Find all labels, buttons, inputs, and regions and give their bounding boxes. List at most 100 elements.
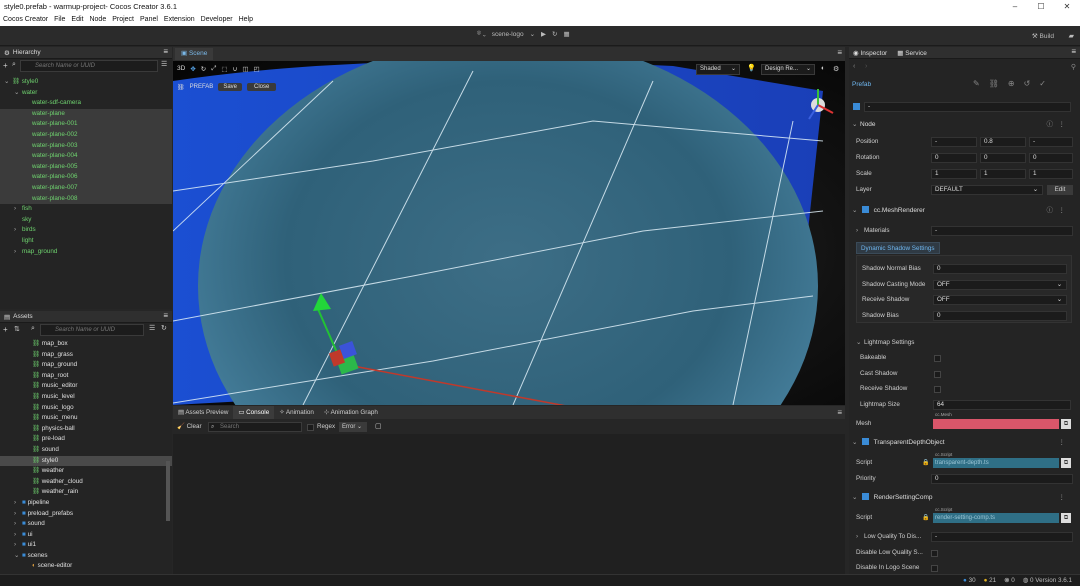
- asset-item[interactable]: › ■ sound: [0, 519, 172, 530]
- rect-tool-icon[interactable]: ⬚: [221, 65, 227, 73]
- platform-icon[interactable]: ⌾ ⌄: [477, 30, 486, 38]
- error-count[interactable]: ⊗ 0: [1004, 575, 1015, 586]
- hierarchy-node[interactable]: water-plane-006: [0, 172, 172, 183]
- magnet-icon[interactable]: ∪: [233, 65, 238, 73]
- qr-icon[interactable]: ▦: [564, 30, 570, 38]
- clear-button[interactable]: 🧹 Clear: [177, 422, 202, 430]
- chevron-right-icon[interactable]: ›: [14, 519, 22, 530]
- transparent-depth-header[interactable]: ⌄ TransparentDepthObject ⋮: [849, 436, 1071, 449]
- scale-y-input[interactable]: 1: [980, 169, 1026, 179]
- asset-item[interactable]: ⛓ map_grass: [0, 350, 172, 361]
- prefab-close-button[interactable]: Close: [247, 83, 277, 91]
- asset-item[interactable]: › ■ ui: [0, 530, 172, 541]
- materials-count-input[interactable]: -: [931, 226, 1073, 236]
- hierarchy-node[interactable]: water-sdf-camera: [0, 98, 172, 109]
- prefab-save-button[interactable]: Save: [218, 83, 242, 91]
- tdo-script-field[interactable]: transparent-depth.ts: [933, 458, 1059, 468]
- position-x-input[interactable]: -: [931, 137, 977, 147]
- disable-lq-checkbox[interactable]: [931, 550, 938, 557]
- edit-icon[interactable]: ✎: [973, 79, 980, 88]
- bakeable-checkbox[interactable]: [934, 355, 941, 362]
- chevron-right-icon[interactable]: ›: [14, 204, 22, 215]
- menu-cocos[interactable]: Cocos Creator: [3, 14, 48, 26]
- tab-scene[interactable]: ▣ Scene: [175, 48, 214, 60]
- node-name-input[interactable]: -: [864, 102, 1071, 112]
- pin-icon[interactable]: ⚲: [1071, 63, 1076, 71]
- mode-3d-toggle[interactable]: 3D: [177, 65, 185, 73]
- list-icon[interactable]: ☰: [149, 324, 155, 332]
- rotation-z-input[interactable]: 0: [1029, 153, 1073, 163]
- assets-search-input[interactable]: Search Name or UUID: [40, 324, 144, 336]
- settings-icon[interactable]: ⚙: [833, 65, 839, 73]
- render-setting-checkbox[interactable]: [861, 493, 869, 500]
- shadow-bias-input[interactable]: 0: [933, 311, 1067, 321]
- rotate-tool-icon[interactable]: ↻: [201, 65, 206, 73]
- chevron-right-icon[interactable]: ›: [14, 509, 22, 520]
- scale-x-input[interactable]: 1: [931, 169, 977, 179]
- asset-item[interactable]: ⌄ ■ scenes: [0, 551, 172, 562]
- help-icon[interactable]: ⓘ: [1047, 118, 1054, 131]
- tab-assets-preview[interactable]: ▤ Assets Preview: [173, 406, 233, 419]
- asset-item[interactable]: › ■ ui1: [0, 540, 172, 551]
- receive-shadow-select[interactable]: OFF ⌄: [933, 295, 1067, 305]
- asset-item[interactable]: ⛓ music_level: [0, 392, 172, 403]
- hierarchy-node[interactable]: ⌄ ⛓ style0: [0, 77, 172, 88]
- resolution-select[interactable]: Design Re... ⌄: [761, 64, 815, 75]
- close-window-icon[interactable]: ✕: [1054, 0, 1080, 14]
- asset-item[interactable]: ⛓ sound: [0, 445, 172, 456]
- asset-item[interactable]: ⛓ pre-load: [0, 434, 172, 445]
- add-icon[interactable]: +: [3, 325, 8, 334]
- layer-edit-button[interactable]: Edit: [1047, 185, 1073, 195]
- mesh-asset-field[interactable]: [933, 419, 1059, 429]
- layout-icon[interactable]: ▰: [1069, 32, 1074, 40]
- asset-item[interactable]: ⛓ weather: [0, 466, 172, 477]
- mesh-renderer-checkbox[interactable]: [861, 206, 869, 213]
- shadow-casting-select[interactable]: OFF ⌄: [933, 280, 1067, 290]
- menu-icon[interactable]: ≡: [837, 48, 842, 57]
- file-icon[interactable]: ▢: [375, 422, 382, 430]
- asset-item[interactable]: ◐ scene-editor: [0, 561, 172, 572]
- asset-item[interactable]: › ■ pipeline: [0, 498, 172, 509]
- chevron-down-icon[interactable]: ⌄: [530, 30, 535, 38]
- refresh-icon[interactable]: ↻: [161, 324, 167, 332]
- hierarchy-node[interactable]: ⌄ water: [0, 88, 172, 99]
- lightmap-settings-row[interactable]: ⌄ Lightmap Settings: [856, 337, 1076, 349]
- hierarchy-node[interactable]: water-plane: [0, 108, 172, 120]
- apply-icon[interactable]: ✓: [1039, 79, 1046, 88]
- asset-item[interactable]: ⛓ music_logo: [0, 403, 172, 414]
- pivot-icon[interactable]: ◫: [242, 65, 248, 73]
- asset-item[interactable]: ⛓ weather_rain: [0, 487, 172, 498]
- log-level-select[interactable]: Error ⌄: [339, 422, 367, 432]
- mesh-picker-icon[interactable]: ⧉: [1061, 419, 1071, 429]
- chevron-right-icon[interactable]: ›: [14, 225, 22, 236]
- chevron-right-icon[interactable]: ›: [14, 530, 22, 541]
- menu-icon[interactable]: ≡: [837, 408, 842, 417]
- hierarchy-node[interactable]: water-plane-001: [0, 119, 172, 130]
- assets-scrollbar[interactable]: [166, 461, 170, 521]
- hierarchy-node[interactable]: water-plane-003: [0, 140, 172, 152]
- hierarchy-node[interactable]: water-plane-004: [0, 151, 172, 162]
- menu-edit[interactable]: Edit: [71, 14, 83, 26]
- render-setting-header[interactable]: ⌄ RenderSettingComp ⋮: [849, 491, 1071, 504]
- back-icon[interactable]: ‹: [853, 63, 855, 70]
- hierarchy-node[interactable]: water-plane-008: [0, 193, 172, 205]
- asset-item[interactable]: ⛓ map_root: [0, 371, 172, 382]
- info-count[interactable]: ● 30: [963, 575, 976, 586]
- asset-item[interactable]: ⛓ map_ground: [0, 360, 172, 371]
- forward-icon[interactable]: ›: [865, 63, 867, 70]
- sort-icon[interactable]: ⇅: [14, 325, 20, 333]
- camera-icon[interactable]: ◐: [821, 65, 825, 72]
- chevron-right-icon[interactable]: ›: [14, 247, 22, 258]
- menu-icon[interactable]: ≡: [1071, 47, 1076, 56]
- position-y-input[interactable]: 0.8: [980, 137, 1026, 147]
- revert-icon[interactable]: ↺: [1024, 79, 1031, 88]
- asset-item[interactable]: › ■ preload_prefabs: [0, 509, 172, 520]
- hierarchy-node[interactable]: water-plane-005: [0, 161, 172, 173]
- shading-select[interactable]: Shaded ⌄: [696, 64, 740, 75]
- build-button[interactable]: ⚒ Build: [1032, 32, 1054, 40]
- asset-item[interactable]: ⛓ music_menu: [0, 413, 172, 424]
- rotation-y-input[interactable]: 0: [980, 153, 1026, 163]
- node-active-checkbox[interactable]: [853, 103, 860, 110]
- asset-item[interactable]: ⛓ physics-ball: [0, 424, 172, 435]
- minimize-icon[interactable]: –: [1002, 0, 1028, 14]
